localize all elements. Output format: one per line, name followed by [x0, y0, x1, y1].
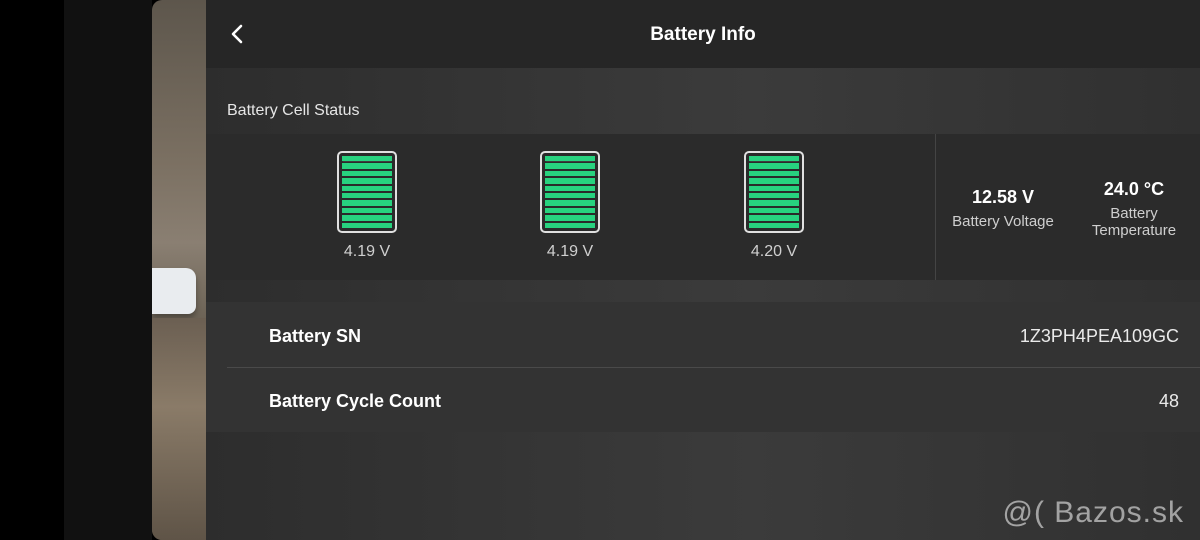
cell-fill-segment	[342, 170, 392, 177]
battery-temperature-value: 24.0 °C	[1103, 179, 1165, 199]
cell-3: 4.20 V	[744, 151, 808, 261]
cell-fill-segment	[749, 215, 799, 221]
screen-frame	[64, 0, 152, 540]
header-bar: Battery Info	[206, 0, 1200, 68]
battery-cell-icon	[540, 151, 600, 233]
battery-voltage-stat: 12.58 V Battery Voltage	[942, 187, 1064, 230]
battery-voltage-value: 12.58 V	[971, 187, 1035, 207]
battery-cycle-row: Battery Cycle Count 48	[227, 369, 1200, 433]
cell-fill-segment	[545, 156, 595, 162]
cell-fill-segment	[342, 222, 392, 228]
battery-temperature-stat: 24.0 °C Battery Temperature	[1078, 179, 1190, 239]
cell-fill-segment	[342, 207, 392, 214]
cell-fill-segment	[545, 185, 595, 192]
cell-fill-segment	[545, 207, 595, 214]
battery-voltage-label: Battery Voltage	[952, 213, 1054, 230]
cell-1: 4.19 V	[337, 151, 401, 261]
cell-fill-segment	[749, 193, 799, 199]
battery-sn-row: Battery SN 1Z3PH4PEA109GC	[227, 304, 1200, 368]
device-bezel	[0, 0, 64, 540]
cell-fill-segment	[749, 163, 799, 169]
cell-fill-segment	[749, 170, 799, 177]
cell-2: 4.19 V	[540, 151, 604, 261]
battery-details-list: Battery SN 1Z3PH4PEA109GC Battery Cycle …	[206, 302, 1200, 432]
battery-cycle-value: 48	[1158, 391, 1179, 411]
cell-voltage: 4.19 V	[546, 243, 594, 260]
cell-fill-segment	[749, 178, 799, 184]
battery-info-screen: Battery Info Battery Cell Status 4.19 V …	[206, 0, 1200, 540]
cell-fill-segment	[545, 193, 595, 199]
cell-status-panel: 4.19 V 4.19 V 4.20 V 12.58 V Battery Vol…	[206, 134, 1200, 280]
battery-cycle-label: Battery Cycle Count	[269, 391, 442, 411]
cell-voltage: 4.20 V	[750, 243, 798, 260]
cell-voltage: 4.19 V	[343, 243, 391, 260]
cell-fill-segment	[749, 222, 799, 228]
cell-fill-segment	[342, 163, 392, 169]
cell-fill-segment	[545, 163, 595, 169]
panel-divider	[935, 134, 936, 280]
battery-temperature-label-line2: Temperature	[1091, 222, 1177, 239]
cell-fill-segment	[545, 170, 595, 177]
cell-status-title: Battery Cell Status	[227, 102, 360, 119]
battery-cell-icon	[337, 151, 397, 233]
camera-feed	[152, 0, 206, 540]
cell-fill-segment	[749, 207, 799, 214]
cell-fill-segment	[342, 215, 392, 221]
camera-feed-object	[152, 268, 196, 314]
watermark: @( Bazos.sk	[1002, 496, 1184, 529]
cell-fill-segment	[342, 200, 392, 206]
battery-temperature-label: Battery Temperature	[1078, 205, 1190, 239]
cell-fill-segment	[545, 200, 595, 206]
cell-fill-segment	[545, 215, 595, 221]
row-divider	[227, 367, 1200, 368]
battery-sn-value: 1Z3PH4PEA109GC	[1019, 326, 1179, 346]
cell-fill-segment	[342, 156, 392, 162]
cell-fill-segment	[749, 200, 799, 206]
cell-fill-segment	[545, 178, 595, 184]
cell-fill-segment	[342, 185, 392, 192]
battery-sn-label: Battery SN	[269, 326, 362, 346]
battery-temperature-label-line1: Battery	[1110, 205, 1158, 222]
camera-feed-floor	[152, 318, 206, 540]
cell-fill-segment	[342, 193, 392, 199]
cell-fill-segment	[545, 222, 595, 228]
cell-fill-segment	[749, 185, 799, 192]
page-title: Battery Info	[650, 24, 756, 45]
cell-fill-segment	[749, 156, 799, 162]
cell-fill-segment	[342, 178, 392, 184]
battery-cell-icon	[744, 151, 804, 233]
